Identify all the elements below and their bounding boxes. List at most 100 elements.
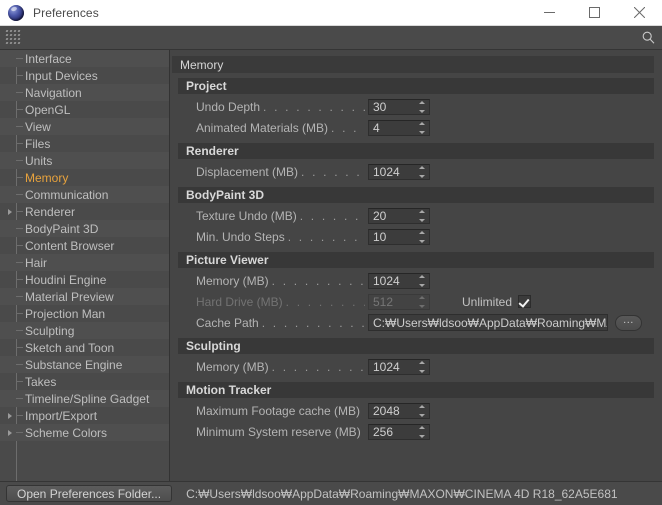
stepper-up-icon xyxy=(418,360,425,364)
number-input-texture-undo-mb[interactable]: 20 xyxy=(368,207,430,224)
path-input-cache-path[interactable]: C:₩Users₩ldsoo₩AppData₩Roaming₩MAXON xyxy=(368,314,608,331)
number-input-memory-mb[interactable]: 1024 xyxy=(368,358,430,375)
close-button[interactable] xyxy=(617,0,662,26)
sidebar-item-opengl[interactable]: OpenGL xyxy=(0,101,169,118)
number-value: 1024 xyxy=(373,164,400,179)
tree-branch-line xyxy=(16,109,23,110)
setting-row-memory-mb: Memory (MB). . . . . . . . . . . . . 1024 xyxy=(178,356,654,377)
dot-leader: . . . . . . . . . . . . . xyxy=(263,99,365,114)
sidebar-item-units[interactable]: Units xyxy=(0,152,169,169)
tree-branch-line xyxy=(16,211,23,212)
search-icon[interactable] xyxy=(642,31,655,44)
number-input-hard-drive-mb: 512 xyxy=(368,293,430,310)
stepper-down-icon xyxy=(418,239,425,243)
stepper-arrows-icon[interactable] xyxy=(418,230,425,243)
open-preferences-folder-button[interactable]: Open Preferences Folder... xyxy=(6,485,173,502)
stepper-up-icon xyxy=(418,425,425,429)
group-header-picture-viewer: Picture Viewer xyxy=(178,252,654,268)
number-value: 20 xyxy=(373,208,387,223)
number-input-minimum-system-reserve-mb[interactable]: 256 xyxy=(368,423,430,440)
sidebar-item-projection-man[interactable]: Projection Man xyxy=(0,305,169,322)
minimize-button[interactable] xyxy=(527,0,572,26)
number-input-animated-materials-mb[interactable]: 4 xyxy=(368,119,430,136)
tree-branch-line xyxy=(16,432,23,433)
stepper-arrows-icon[interactable] xyxy=(418,274,425,287)
sidebar-item-memory[interactable]: Memory xyxy=(0,169,169,186)
browse-button[interactable]: ... xyxy=(615,314,642,331)
title-bar: Preferences xyxy=(0,0,662,26)
sidebar-item-material-preview[interactable]: Material Preview xyxy=(0,288,169,305)
sidebar-item-view[interactable]: View xyxy=(0,118,169,135)
path-value: C:₩Users₩ldsoo₩AppData₩Roaming₩MAXON xyxy=(373,315,607,330)
tree-branch-line xyxy=(16,143,23,144)
sidebar-item-label: Memory xyxy=(25,170,69,185)
stepper-arrows-icon[interactable] xyxy=(418,425,425,438)
dot-leader: . . . . . . . . . . . . xyxy=(285,294,365,309)
sidebar-item-hair[interactable]: Hair xyxy=(0,254,169,271)
number-value: 10 xyxy=(373,229,387,244)
search-bar[interactable] xyxy=(0,26,662,50)
label-text: Memory (MB) xyxy=(196,359,269,374)
sidebar-item-substance-engine[interactable]: Substance Engine xyxy=(0,356,169,373)
sidebar-item-label: Renderer xyxy=(25,204,76,219)
setting-label-memory-mb: Memory (MB). . . . . . . . . . . . . xyxy=(196,274,368,288)
setting-row-maximum-footage-cache-mb: Maximum Footage cache (MB) 2048 xyxy=(178,400,654,421)
number-input-displacement-mb[interactable]: 1024 xyxy=(368,163,430,180)
setting-label-animated-materials-mb: Animated Materials (MB). . . . xyxy=(196,121,368,135)
label-text: Displacement (MB) xyxy=(196,164,299,179)
dot-leader: . . . . . . . . . . . xyxy=(287,229,365,244)
sidebar-item-bodypaint-3d[interactable]: BodyPaint 3D xyxy=(0,220,169,237)
settings-group: Motion Tracker Maximum Footage cache (MB)… xyxy=(178,382,654,442)
tree-branch-line xyxy=(16,347,23,348)
expand-triangle-icon[interactable] xyxy=(8,412,12,419)
sidebar-item-houdini-engine[interactable]: Houdini Engine xyxy=(0,271,169,288)
stepper-arrows-icon[interactable] xyxy=(418,209,425,222)
stepper-arrows-icon[interactable] xyxy=(418,100,425,113)
settings-group: Sculpting Memory (MB). . . . . . . . . . … xyxy=(178,338,654,377)
number-input-undo-depth[interactable]: 30 xyxy=(368,98,430,115)
number-input-memory-mb[interactable]: 1024 xyxy=(368,272,430,289)
stepper-arrows-icon[interactable] xyxy=(418,360,425,373)
number-input-min-undo-steps[interactable]: 10 xyxy=(368,228,430,245)
group-header-sculpting: Sculpting xyxy=(178,338,654,354)
sidebar-item-navigation[interactable]: Navigation xyxy=(0,84,169,101)
expand-triangle-icon[interactable] xyxy=(8,208,12,215)
sidebar-item-import-export[interactable]: Import/Export xyxy=(0,407,169,424)
workspace: Interface Input Devices Navigation OpenGL Vi… xyxy=(0,50,662,481)
sidebar-item-timeline-spline-gadget[interactable]: Timeline/Spline Gadget xyxy=(0,390,169,407)
label-text: Minimum System reserve (MB) xyxy=(196,424,361,439)
stepper-up-icon xyxy=(418,121,425,125)
sidebar-item-input-devices[interactable]: Input Devices xyxy=(0,67,169,84)
maximize-button[interactable] xyxy=(572,0,617,26)
sidebar-item-communication[interactable]: Communication xyxy=(0,186,169,203)
sidebar-item-sketch-and-toon[interactable]: Sketch and Toon xyxy=(0,339,169,356)
unlimited-checkbox[interactable] xyxy=(518,295,532,308)
stepper-up-icon xyxy=(418,230,425,234)
tree-branch-line xyxy=(16,398,23,399)
sidebar-item-sculpting[interactable]: Sculpting xyxy=(0,322,169,339)
sidebar-item-scheme-colors[interactable]: Scheme Colors xyxy=(0,424,169,441)
dot-leader: . . . . xyxy=(331,120,365,135)
preferences-folder-path: C:₩Users₩ldsoo₩AppData₩Roaming₩MAXON₩CIN… xyxy=(186,486,618,501)
sidebar-item-takes[interactable]: Takes xyxy=(0,373,169,390)
number-input-maximum-footage-cache-mb[interactable]: 2048 xyxy=(368,402,430,419)
sidebar-item-content-browser[interactable]: Content Browser xyxy=(0,237,169,254)
cinema4d-sphere-icon xyxy=(8,4,24,21)
checkbox-label: Unlimited xyxy=(462,294,513,309)
sidebar-item-renderer[interactable]: Renderer xyxy=(0,203,169,220)
checkbox-group-unlimited[interactable]: Unlimited xyxy=(462,294,532,309)
dot-leader: . . . . . . . . . xyxy=(301,164,365,179)
label-text: Undo Depth xyxy=(196,99,261,114)
tree-branch-line xyxy=(16,262,23,263)
sidebar-item-interface[interactable]: Interface xyxy=(0,50,169,67)
stepper-arrows-icon[interactable] xyxy=(418,404,425,417)
sidebar-item-label: Projection Man xyxy=(25,306,106,321)
sidebar-item-label: Input Devices xyxy=(25,68,98,83)
sidebar-item-files[interactable]: Files xyxy=(0,135,169,152)
number-value: 30 xyxy=(373,99,387,114)
stepper-arrows-icon[interactable] xyxy=(418,121,425,134)
expand-triangle-icon[interactable] xyxy=(8,429,12,436)
dot-leader: . . . . . . . . . . . . . . . xyxy=(261,315,365,330)
stepper-arrows-icon[interactable] xyxy=(418,165,425,178)
palette-grip[interactable] xyxy=(2,27,24,49)
